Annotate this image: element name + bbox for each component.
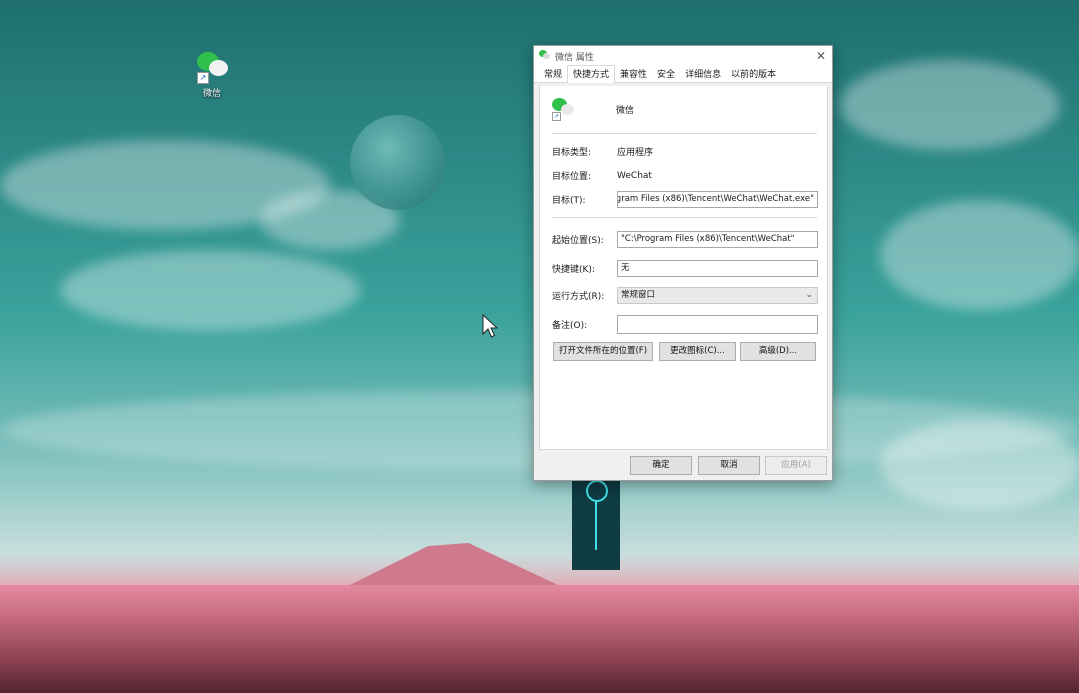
tab-shortcut[interactable]: 快捷方式	[567, 65, 616, 83]
tab-previous-versions[interactable]: 以前的版本	[726, 66, 781, 82]
tab-security[interactable]: 安全	[652, 66, 680, 82]
close-icon[interactable]: ✕	[816, 49, 826, 63]
run-select[interactable]: 常规窗口 ⌄	[617, 287, 818, 304]
cancel-button[interactable]: 取消	[698, 456, 760, 475]
ground	[0, 585, 1079, 693]
divider	[552, 133, 817, 134]
target-location-value: WeChat	[617, 170, 652, 181]
advanced-button[interactable]: 高级(D)...	[740, 342, 816, 361]
cloud	[60, 250, 360, 330]
ok-button[interactable]: 确定	[630, 456, 692, 475]
tower-ring	[586, 480, 608, 502]
target-location-label: 目标位置:	[552, 172, 592, 182]
target-row: 目标(T): ogram Files (x86)\Tencent\WeChat\…	[552, 191, 818, 208]
cloud	[880, 420, 1079, 510]
desktop-wechat-shortcut[interactable]: ↗ 微信	[192, 52, 232, 99]
comment-input[interactable]	[617, 315, 818, 334]
planet	[350, 115, 445, 210]
tower-bar	[595, 500, 597, 550]
tab-compatibility[interactable]: 兼容性	[615, 66, 652, 82]
app-name: 微信	[616, 105, 635, 116]
target-label: 目标(T):	[552, 196, 586, 206]
wechat-icon	[539, 50, 551, 62]
tab-details[interactable]: 详细信息	[680, 66, 726, 82]
shortcut-key-row: 快捷键(K): 无	[552, 260, 818, 277]
app-header: ↗ 微信	[552, 98, 635, 121]
wechat-icon: ↗	[195, 52, 229, 84]
dialog-title: 微信 属性	[555, 52, 594, 63]
title-bar[interactable]: 微信 属性 ✕	[534, 46, 832, 66]
shortcut-key-label: 快捷键(K):	[552, 265, 595, 275]
apply-button[interactable]: 应用(A)	[765, 456, 827, 475]
shortcut-arrow-icon: ↗	[197, 72, 209, 84]
target-input-value: ogram Files (x86)\Tencent\WeChat\WeChat.…	[617, 194, 814, 204]
tower	[572, 478, 620, 570]
target-type-row: 目标类型: 应用程序	[552, 145, 818, 158]
target-input[interactable]: ogram Files (x86)\Tencent\WeChat\WeChat.…	[617, 191, 818, 208]
properties-dialog: 微信 属性 ✕ 常规 快捷方式 兼容性 安全 详细信息 以前的版本 ↗ 微信 目…	[533, 45, 833, 481]
target-type-value: 应用程序	[617, 148, 654, 158]
cloud	[880, 200, 1079, 310]
start-in-label: 起始位置(S):	[552, 236, 604, 246]
cloud	[840, 60, 1060, 150]
start-in-row: 起始位置(S): "C:\Program Files (x86)\Tencent…	[552, 231, 818, 248]
shortcut-key-input[interactable]: 无	[617, 260, 818, 277]
change-icon-button[interactable]: 更改图标(C)...	[659, 342, 736, 361]
target-type-label: 目标类型:	[552, 148, 592, 158]
shortcut-panel: ↗ 微信 目标类型: 应用程序 目标位置: WeChat 目标(T): ogra…	[539, 86, 828, 450]
chevron-down-icon: ⌄	[805, 290, 813, 300]
wechat-icon: ↗	[552, 98, 576, 121]
run-label: 运行方式(R):	[552, 292, 605, 302]
tab-general[interactable]: 常规	[539, 66, 567, 82]
shortcut-arrow-icon: ↗	[552, 112, 561, 121]
start-in-input[interactable]: "C:\Program Files (x86)\Tencent\WeChat"	[617, 231, 818, 248]
run-select-value: 常规窗口	[621, 290, 656, 300]
target-location-row: 目标位置: WeChat	[552, 169, 818, 183]
comment-label: 备注(O):	[552, 321, 588, 331]
comment-row: 备注(O):	[552, 315, 818, 334]
divider	[552, 217, 817, 218]
run-row: 运行方式(R): 常规窗口 ⌄	[552, 287, 818, 304]
open-file-location-button[interactable]: 打开文件所在的位置(F)	[553, 342, 653, 361]
desktop-icon-label: 微信	[202, 89, 221, 99]
tab-bar: 常规 快捷方式 兼容性 安全 详细信息 以前的版本	[534, 65, 832, 83]
